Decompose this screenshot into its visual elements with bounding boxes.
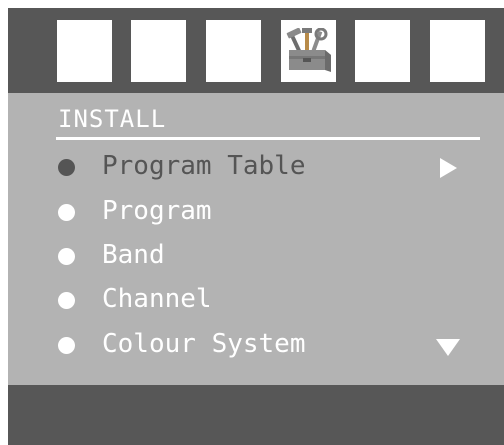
bullet-icon [58, 248, 75, 265]
menu-tab-1[interactable] [57, 20, 112, 82]
title-divider [56, 137, 480, 140]
menu-item-program[interactable]: Program [52, 192, 472, 232]
bullet-icon [58, 159, 75, 176]
menu-item-label: Program [102, 196, 212, 226]
menu-item-label: Program Table [102, 151, 306, 181]
menu-tab-bar [8, 8, 504, 93]
toolbox-icon [286, 28, 331, 72]
menu-item-label: Band [102, 240, 165, 270]
menu-tab-5[interactable] [355, 20, 410, 82]
menu-tab-2[interactable] [131, 20, 186, 82]
install-panel: INSTALL Program Table Program Band Chann… [8, 93, 504, 385]
menu-item-band[interactable]: Band [52, 236, 472, 276]
menu-footer [8, 385, 504, 445]
menu-tab-3[interactable] [206, 20, 261, 82]
menu-item-program-table[interactable]: Program Table [52, 147, 472, 187]
osd-menu: INSTALL Program Table Program Band Chann… [8, 8, 504, 445]
menu-title: INSTALL [58, 105, 167, 133]
bullet-icon [58, 337, 75, 354]
arrow-right-icon [440, 158, 457, 178]
menu-item-channel[interactable]: Channel [52, 280, 472, 320]
bullet-icon [58, 292, 75, 309]
menu-item-label: Colour System [102, 329, 306, 359]
arrow-down-icon[interactable] [436, 339, 460, 356]
menu-item-colour-system[interactable]: Colour System [52, 325, 472, 365]
bullet-icon [58, 204, 75, 221]
menu-tab-6[interactable] [430, 20, 485, 82]
menu-item-label: Channel [102, 284, 212, 314]
menu-tab-install[interactable] [281, 20, 336, 82]
